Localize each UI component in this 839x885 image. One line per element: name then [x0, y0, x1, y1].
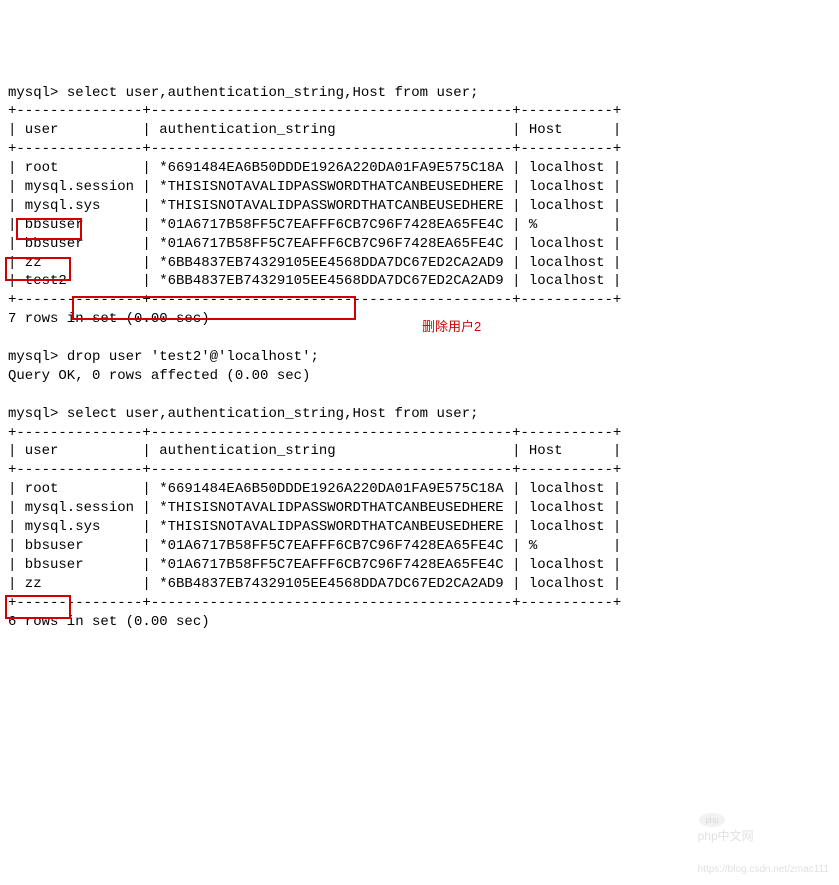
table-row: | test2 | *6BB4837EB74329105EE4568DDA7DC…	[8, 273, 621, 289]
table-row: | zz | *6BB4837EB74329105EE4568DDA7DC67E…	[8, 255, 621, 271]
table-border: +---------------+-----------------------…	[8, 462, 621, 478]
table-row: | mysql.session | *THISISNOTAVALIDPASSWO…	[8, 500, 621, 516]
mysql-prompt: mysql>	[8, 406, 58, 422]
sql-query-drop: drop user 'test2'@'localhost';	[67, 349, 319, 365]
watermark-text: php中文网	[698, 829, 754, 843]
table-border: +---------------+-----------------------…	[8, 425, 621, 441]
table-row: | bbsuser | *01A6717B58FF5C7EAFFF6CB7C96…	[8, 236, 621, 252]
table-row: | mysql.sys | *THISISNOTAVALIDPASSWORDTH…	[8, 519, 621, 535]
svg-text:php: php	[705, 816, 719, 825]
result-summary-2: 6 rows in set (0.00 sec)	[8, 614, 210, 630]
table-row: | bbsuser | *01A6717B58FF5C7EAFFF6CB7C96…	[8, 538, 621, 554]
table-border: +---------------+-----------------------…	[8, 595, 621, 611]
table-border: +---------------+-----------------------…	[8, 292, 621, 308]
annotation-delete-user: 删除用户2	[422, 318, 481, 336]
table-border: +---------------+-----------------------…	[8, 141, 621, 157]
php-logo-icon: php	[698, 812, 726, 828]
sql-query-select-2: select user,authentication_string,Host f…	[67, 406, 479, 422]
table-border: +---------------+-----------------------…	[8, 103, 621, 119]
mysql-prompt: mysql>	[8, 85, 58, 101]
table-header: | user | authentication_string | Host |	[8, 443, 621, 459]
watermark-url: https://blog.csdn.net/zmac111	[698, 864, 829, 875]
sql-query-select-1: select user,authentication_string,Host f…	[67, 85, 479, 101]
result-summary-1: 7 rows in set (0.00 sec)	[8, 311, 210, 327]
table-row: | mysql.session | *THISISNOTAVALIDPASSWO…	[8, 179, 621, 195]
table-row: | root | *6691484EA6B50DDDE1926A220DA01F…	[8, 160, 621, 176]
mysql-prompt: mysql>	[8, 349, 58, 365]
watermark: php php中文网 https://blog.csdn.net/zmac111	[691, 795, 829, 877]
table-row: | root | *6691484EA6B50DDDE1926A220DA01F…	[8, 481, 621, 497]
table-row: | bbsuser | *01A6717B58FF5C7EAFFF6CB7C96…	[8, 557, 621, 573]
table-row: | zz | *6BB4837EB74329105EE4568DDA7DC67E…	[8, 576, 621, 592]
table-row: | bbsuser | *01A6717B58FF5C7EAFFF6CB7C96…	[8, 217, 621, 233]
table-header: | user | authentication_string | Host |	[8, 122, 621, 138]
table-row: | mysql.sys | *THISISNOTAVALIDPASSWORDTH…	[8, 198, 621, 214]
query-ok-result: Query OK, 0 rows affected (0.00 sec)	[8, 368, 310, 384]
